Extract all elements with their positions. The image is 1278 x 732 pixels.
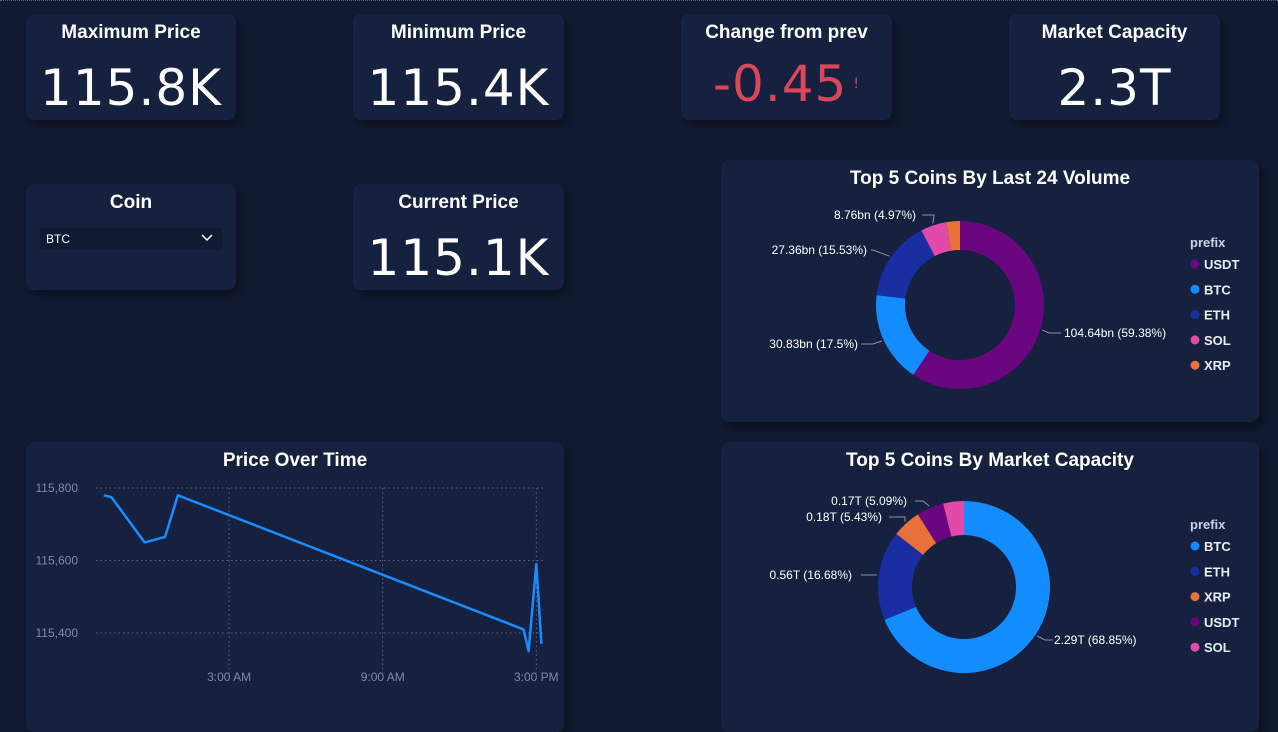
kpi-min-price-card: Minimum Price 115.4K (353, 14, 564, 120)
top-divider (0, 0, 1278, 3)
kpi-min-price-title: Minimum Price (353, 22, 564, 44)
slice-data-label: 0.18T (5.43%) (806, 510, 882, 524)
kpi-max-price-value: 115.8K (26, 58, 236, 118)
legend-title: prefix (1190, 517, 1226, 532)
x-tick-label: 3:00 PM (514, 670, 559, 684)
coin-dropdown[interactable]: BTC (40, 228, 222, 250)
legend-label-usdt[interactable]: USDT (1204, 257, 1239, 272)
legend-label-btc[interactable]: BTC (1204, 282, 1231, 297)
slice-data-label: 8.76bn (4.97%) (834, 208, 916, 222)
donut-slice-eth[interactable] (877, 230, 935, 298)
kpi-max-price-card: Maximum Price 115.8K (26, 14, 236, 120)
x-tick-label: 3:00 AM (207, 670, 251, 684)
legend-label-sol[interactable]: SOL (1204, 640, 1231, 655)
kpi-change-value: -0.45! (681, 54, 892, 114)
y-tick-label: 115,800 (36, 481, 79, 495)
coin-filter-card: Coin BTC (26, 184, 236, 290)
legend-label-sol[interactable]: SOL (1204, 333, 1231, 348)
slice-leader-line (1042, 330, 1061, 333)
kpi-market-cap-card: Market Capacity 2.3T (1009, 14, 1220, 120)
slice-leader-line (1037, 636, 1053, 640)
slice-data-label: 0.17T (5.09%) (831, 494, 907, 508)
coin-filter-title: Coin (26, 192, 236, 214)
slice-leader-line (922, 215, 934, 223)
legend-marker (1191, 310, 1200, 319)
price-series-line (104, 495, 542, 651)
legend-marker (1191, 643, 1200, 652)
kpi-max-price-title: Maximum Price (26, 22, 236, 44)
legend-label-btc[interactable]: BTC (1204, 539, 1231, 554)
coin-dropdown-value: BTC (46, 232, 70, 246)
legend-marker (1191, 592, 1200, 601)
price-over-time-card: Price Over Time 115,800 115,600 115,400 3:0… (26, 442, 564, 732)
legend-label-eth[interactable]: ETH (1204, 564, 1230, 579)
slice-data-label: 30.83bn (17.5%) (769, 337, 858, 351)
slice-leader-line (889, 517, 905, 522)
slice-data-label: 27.36bn (15.53%) (772, 243, 867, 257)
kpi-change-number: -0.45 (713, 55, 847, 113)
market-cap-donut-card: Top 5 Coins By Market Capacity 2.29T (68… (721, 442, 1259, 732)
volume-donut-card: Top 5 Coins By Last 24 Volume 104.64bn (… (721, 160, 1259, 422)
volume-donut-chart: 104.64bn (59.38%) 30.83bn (17.5%) 27.36bn … (721, 160, 1259, 422)
slice-leader-line (871, 250, 889, 256)
price-line-chart: 115,800 115,600 115,400 3:00 AM 9:00 AM 3:00 … (26, 472, 564, 732)
legend-marker (1191, 542, 1200, 551)
legend-marker (1191, 335, 1200, 344)
legend-label-xrp[interactable]: XRP (1204, 590, 1231, 605)
kpi-market-cap-value: 2.3T (1009, 58, 1220, 118)
slice-leader-line (861, 341, 882, 344)
kpi-min-price-value: 115.4K (353, 58, 564, 118)
legend-label-xrp[interactable]: XRP (1204, 358, 1231, 373)
market-cap-donut-chart: 2.29T (68.85%) 0.56T (16.68%) 0.18T (5.43%… (721, 442, 1259, 719)
slice-data-label: 104.64bn (59.38%) (1064, 326, 1166, 340)
kpi-current-price-title: Current Price (353, 192, 564, 214)
kpi-change-mark: ! (853, 76, 860, 92)
slice-leader-line (915, 501, 929, 506)
kpi-market-cap-title: Market Capacity (1009, 22, 1220, 44)
slice-data-label: 2.29T (68.85%) (1054, 633, 1137, 647)
legend-marker (1191, 285, 1200, 294)
price-over-time-title: Price Over Time (26, 450, 564, 472)
kpi-change-title: Change from prev (681, 22, 892, 44)
kpi-current-price-card: Current Price 115.1K (353, 184, 564, 290)
legend-label-eth[interactable]: ETH (1204, 308, 1230, 323)
legend-marker (1191, 260, 1200, 269)
kpi-change-card: Change from prev -0.45! (681, 14, 892, 120)
y-tick-label: 115,400 (36, 626, 79, 640)
x-tick-label: 9:00 AM (361, 670, 405, 684)
chevron-down-icon (200, 231, 214, 248)
legend-marker (1191, 567, 1200, 576)
legend-title: prefix (1190, 235, 1226, 250)
legend-label-usdt[interactable]: USDT (1204, 615, 1239, 630)
legend-marker (1191, 617, 1200, 626)
slice-data-label: 0.56T (16.68%) (770, 568, 853, 582)
y-tick-label: 115,600 (36, 554, 79, 568)
legend-marker (1191, 361, 1200, 370)
kpi-current-price-value: 115.1K (353, 228, 564, 288)
